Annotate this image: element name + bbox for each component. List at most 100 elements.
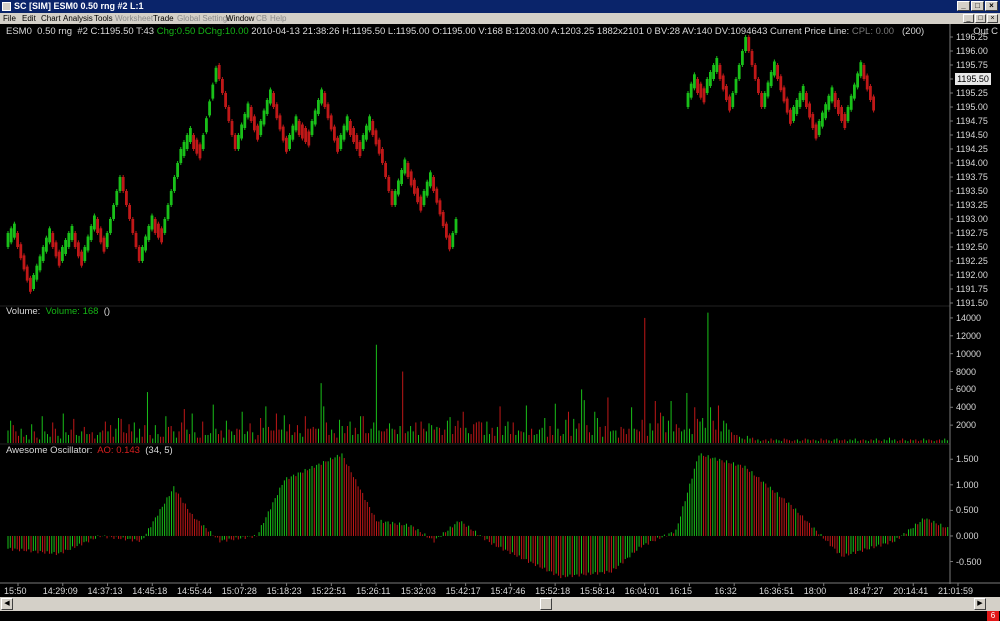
price-bar: [285, 137, 288, 152]
menu-chart[interactable]: Chart: [41, 13, 61, 24]
maximize-button[interactable]: □: [971, 1, 984, 11]
price-bar: [333, 126, 336, 141]
price-bar: [208, 101, 211, 116]
price-scale-label: 1196.00: [956, 46, 988, 56]
price-bar: [753, 65, 757, 79]
chart-canvas[interactable]: [0, 24, 1000, 597]
mdi-minimize-button[interactable]: _: [963, 14, 974, 23]
time-axis-label: 15:47:46: [490, 586, 526, 596]
menu-global-settings[interactable]: Global Settings: [177, 13, 231, 24]
price-bar: [782, 87, 786, 102]
price-bar: [789, 109, 792, 124]
price-bar: [441, 212, 445, 226]
price-bar: [89, 226, 93, 240]
time-axis-label: 18:00: [803, 586, 827, 596]
price-bar: [211, 84, 215, 99]
price-bar: [32, 275, 35, 289]
time-axis-label: 16:36:51: [758, 586, 794, 596]
price-bar: [77, 242, 80, 257]
price-bar: [693, 74, 696, 89]
ao-scale-label: -0.500: [956, 556, 982, 567]
price-scale-label: 1192.50: [956, 242, 988, 252]
price-bar: [141, 247, 144, 261]
price-bar: [377, 139, 381, 154]
menu-analysis[interactable]: Analysis: [63, 13, 93, 24]
price-bar: [865, 75, 869, 90]
price-bar: [288, 135, 291, 149]
price-bar: [705, 79, 709, 93]
menu-window[interactable]: Window: [226, 13, 254, 24]
price-bar: [317, 100, 320, 114]
window-title: SC [SIM] ESM0 0.50 rng #2 L:1: [14, 1, 144, 11]
mdi-close-button[interactable]: ×: [987, 14, 998, 23]
header-ohlc: H:1195.50 L:1195.00 O:1195.00 V:168 B:12…: [342, 26, 850, 37]
chart-header: ESM0 0.50 rng #2 C:1195.50 T:43 Chg:0.50…: [6, 26, 924, 37]
price-bar: [173, 177, 176, 191]
price-bar: [358, 142, 362, 156]
time-axis-label: 16:15: [669, 586, 692, 596]
menu-tools[interactable]: Tools: [94, 13, 113, 24]
price-bar: [166, 205, 170, 219]
scroll-right-button[interactable]: ▶: [974, 598, 986, 610]
price-bar: [808, 103, 811, 118]
price-bar: [73, 233, 77, 247]
volume-scale-label: 6000: [956, 384, 977, 395]
price-bar: [747, 37, 751, 51]
ao-scale-label: 1.500: [956, 454, 979, 465]
header-close-tick: C:1195.50 T:43: [90, 26, 155, 37]
menu-file[interactable]: File: [3, 13, 16, 24]
price-bar: [721, 75, 725, 90]
menu-worksheet[interactable]: Worksheet: [115, 13, 153, 24]
price-bar: [702, 88, 706, 103]
menu-help[interactable]: Help: [270, 13, 286, 24]
scroll-thumb[interactable]: [540, 598, 552, 610]
volume-scale-label: 14000: [956, 312, 982, 323]
price-bar: [128, 205, 131, 219]
time-axis-label: 18:47:27: [848, 586, 884, 596]
price-bar: [25, 266, 29, 281]
price-bar: [304, 128, 307, 142]
price-bar: [29, 277, 32, 292]
price-bar: [262, 110, 266, 125]
mdi-restore-button[interactable]: □: [975, 14, 986, 23]
price-bar: [48, 228, 51, 243]
chart-area[interactable]: ESM0 0.50 rng #2 C:1195.50 T:43 Chg:0.50…: [0, 24, 1000, 621]
time-axis-label: 15:42:17: [445, 586, 481, 596]
price-bar: [109, 219, 112, 233]
price-bar: [406, 163, 410, 177]
menu-trade[interactable]: Trade: [153, 13, 174, 24]
price-bar: [153, 219, 157, 233]
price-bar: [837, 100, 840, 114]
price-bar: [336, 137, 339, 152]
price-bar: [256, 125, 259, 140]
price-bar: [766, 82, 770, 97]
price-bar: [243, 114, 247, 128]
menu-cb[interactable]: CB: [256, 13, 267, 24]
price-bar: [435, 188, 439, 203]
minimize-button[interactable]: _: [957, 1, 970, 11]
price-bar: [448, 235, 451, 250]
price-bar: [45, 237, 48, 252]
horizontal-scrollbar[interactable]: ◀ ▶: [0, 597, 1000, 611]
scroll-left-button[interactable]: ◀: [1, 598, 13, 610]
price-bar: [291, 125, 295, 140]
price-bar: [686, 93, 690, 107]
price-bar: [413, 179, 416, 194]
price-bar: [715, 58, 719, 72]
close-button[interactable]: ×: [985, 1, 998, 11]
price-bar: [51, 233, 55, 247]
price-bar: [93, 215, 96, 230]
price-bar: [817, 121, 821, 135]
price-bar: [387, 177, 391, 191]
menu-edit[interactable]: Edit: [22, 13, 36, 24]
price-bar: [176, 163, 179, 177]
title-bar: SC [SIM] ESM0 0.50 rng #2 L:1 _ □ ×: [0, 0, 1000, 13]
time-axis-label: 21:01:59: [938, 586, 974, 596]
price-bar: [757, 79, 760, 93]
price-bar: [157, 223, 160, 238]
price-bar: [301, 124, 304, 139]
price-bar: [400, 170, 403, 184]
price-bar: [728, 96, 731, 111]
price-bar: [699, 83, 703, 98]
price-bar: [310, 121, 314, 135]
